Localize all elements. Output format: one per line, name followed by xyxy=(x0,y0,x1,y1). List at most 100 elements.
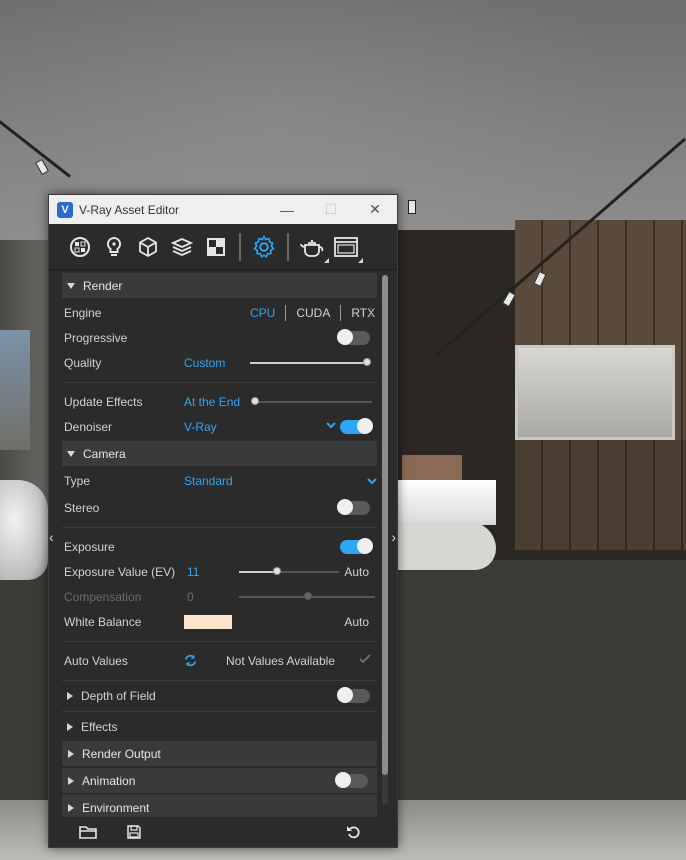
section-environment[interactable]: Environment xyxy=(62,795,377,819)
exposure-slider-fill[interactable] xyxy=(239,571,277,573)
collapse-arrow-icon xyxy=(67,722,73,731)
compensation-row: Compensation 0 xyxy=(62,584,377,609)
engine-option-rtx[interactable]: RTX xyxy=(341,306,385,320)
asset-toolbar xyxy=(49,224,397,270)
divider xyxy=(62,527,377,528)
camera-type-label: Type xyxy=(64,473,91,488)
engine-row: Engine CPU CUDA RTX · · · xyxy=(62,300,377,325)
white-balance-swatch[interactable] xyxy=(184,614,232,629)
toolbar-separator xyxy=(239,232,241,261)
maximize-button[interactable]: ☐ xyxy=(309,195,353,224)
update-effects-label: Update Effects xyxy=(64,394,143,409)
camera-type-value[interactable]: Standard xyxy=(184,474,233,488)
viewport-wood-cabinet xyxy=(515,440,686,550)
open-folder-icon[interactable] xyxy=(73,820,103,844)
viewport-track-light xyxy=(408,200,416,214)
quality-label: Quality xyxy=(64,355,102,370)
exposure-value-row: Exposure Value (EV) 11 Auto xyxy=(62,559,377,584)
revert-icon[interactable] xyxy=(339,820,369,844)
section-title: Camera xyxy=(83,446,126,461)
engine-label: Engine xyxy=(64,305,102,320)
auto-values-label: Auto Values xyxy=(64,653,128,668)
frame-buffer-icon[interactable] xyxy=(329,230,363,264)
progressive-label: Progressive xyxy=(64,330,128,345)
camera-type-row: Type Standard xyxy=(62,468,377,493)
geometry-icon[interactable] xyxy=(131,230,165,264)
section-title: Effects xyxy=(81,719,118,734)
quality-row: Quality Custom xyxy=(62,350,377,375)
auto-values-status: Not Values Available xyxy=(226,653,335,668)
exposure-value-input[interactable]: 11 xyxy=(187,565,199,579)
engine-selector: CPU CUDA RTX xyxy=(240,304,385,321)
quality-slider-track[interactable] xyxy=(250,362,368,364)
exposure-slider-knob[interactable] xyxy=(273,567,281,575)
quality-slider-knob[interactable] xyxy=(363,358,371,366)
collapse-arrow-icon xyxy=(67,691,73,700)
vray-logo-icon: V xyxy=(57,201,73,218)
denoiser-label: Denoiser xyxy=(64,419,113,434)
denoiser-row: Denoiser V-Ray xyxy=(62,414,377,439)
settings-icon[interactable] xyxy=(247,230,281,264)
viewport-table xyxy=(398,522,496,570)
checkmark-icon[interactable] xyxy=(359,653,371,668)
viewport-wall-niche xyxy=(515,345,675,440)
vertical-scrollbar[interactable] xyxy=(382,275,388,805)
denoiser-value[interactable]: V-Ray xyxy=(184,420,217,434)
layers-icon[interactable] xyxy=(165,230,199,264)
update-effects-slider-track[interactable] xyxy=(254,401,372,403)
divider xyxy=(62,641,377,642)
chevron-down-icon[interactable] xyxy=(326,419,336,433)
section-depth-of-field[interactable]: Depth of Field xyxy=(62,683,377,708)
render-teapot-icon[interactable] xyxy=(295,230,329,264)
progressive-toggle[interactable] xyxy=(337,328,370,345)
section-camera[interactable]: Camera xyxy=(62,441,377,466)
white-balance-label: White Balance xyxy=(64,614,142,629)
minimize-button[interactable]: — xyxy=(265,195,309,224)
section-animation[interactable]: Animation xyxy=(62,768,377,793)
exposure-slider-track[interactable] xyxy=(277,571,339,573)
stereo-toggle[interactable] xyxy=(337,498,370,515)
chevron-down-icon[interactable] xyxy=(367,475,377,489)
materials-icon[interactable] xyxy=(63,230,97,264)
exposure-toggle[interactable] xyxy=(340,537,373,554)
textures-icon[interactable] xyxy=(199,230,233,264)
quality-value[interactable]: Custom xyxy=(184,356,225,370)
depth-of-field-toggle[interactable] xyxy=(337,686,370,703)
viewport-left-window xyxy=(0,330,30,450)
scrollbar-thumb[interactable] xyxy=(382,275,388,775)
engine-option-cuda[interactable]: CUDA xyxy=(286,306,340,320)
update-effects-slider-knob[interactable] xyxy=(251,397,259,405)
more-options-icon[interactable]: · · · xyxy=(369,303,372,321)
title-bar[interactable]: V V-Ray Asset Editor — ☐ ✕ xyxy=(49,195,397,224)
divider xyxy=(62,711,377,712)
collapse-arrow-icon xyxy=(68,749,74,758)
white-balance-auto-label[interactable]: Auto xyxy=(344,615,369,629)
refresh-icon[interactable] xyxy=(183,653,198,671)
engine-option-cpu[interactable]: CPU xyxy=(240,306,285,320)
auto-values-row: Auto Values Not Values Available xyxy=(62,648,377,673)
denoiser-toggle[interactable] xyxy=(340,417,373,434)
toolbar-separator xyxy=(287,232,289,261)
section-render[interactable]: Render xyxy=(62,273,377,298)
update-effects-value[interactable]: At the End xyxy=(184,395,240,409)
close-button[interactable]: ✕ xyxy=(353,195,397,224)
viewport-couch xyxy=(398,480,496,525)
section-effects[interactable]: Effects xyxy=(62,714,377,739)
exposure-row: Exposure xyxy=(62,534,377,559)
window-title: V-Ray Asset Editor xyxy=(79,202,180,217)
compensation-value: 0 xyxy=(187,589,194,604)
expand-arrow-icon xyxy=(67,450,75,457)
progressive-row: Progressive xyxy=(62,325,377,350)
chevron-right-icon[interactable]: › xyxy=(391,529,396,545)
section-title: Animation xyxy=(82,773,136,788)
settings-panel: Render Engine CPU CUDA RTX · · · Progressi… xyxy=(49,271,385,819)
exposure-auto-label[interactable]: Auto xyxy=(344,565,369,579)
collapse-arrow-icon xyxy=(68,776,74,785)
chevron-left-icon[interactable]: ‹ xyxy=(49,529,54,545)
section-render-output[interactable]: Render Output xyxy=(62,741,377,766)
animation-toggle[interactable] xyxy=(335,771,368,788)
divider xyxy=(62,680,377,681)
save-icon[interactable] xyxy=(119,820,149,844)
lights-icon[interactable] xyxy=(97,230,131,264)
section-title: Render xyxy=(83,278,123,293)
